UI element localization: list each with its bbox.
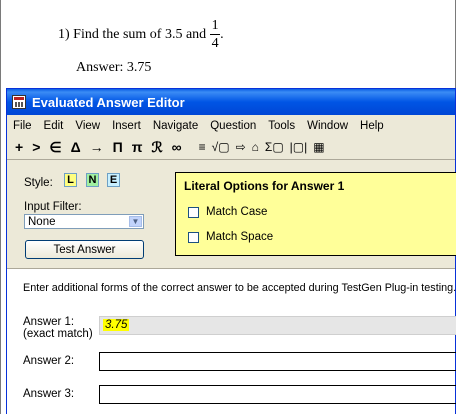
- subscript-template-icon[interactable]: ⇨: [236, 140, 246, 154]
- app-icon[interactable]: [12, 95, 26, 109]
- product-icon[interactable]: Π: [113, 139, 123, 155]
- question-suffix: .: [220, 26, 224, 42]
- greater-than-icon[interactable]: >: [32, 139, 40, 155]
- window-title: Evaluated Answer Editor: [32, 94, 185, 110]
- infinity-icon[interactable]: ∞: [172, 139, 182, 155]
- abs-template-icon[interactable]: |▢|: [290, 140, 308, 154]
- menu-help[interactable]: Help: [360, 120, 384, 132]
- input-filter-select[interactable]: None ▼: [24, 214, 144, 229]
- menu-bar: File Edit View Insert Navigate Question …: [7, 115, 455, 136]
- match-case-checkbox[interactable]: [188, 207, 199, 218]
- answers-section: Enter additional forms of the correct an…: [7, 269, 456, 415]
- question-prefix: 1) Find the sum of 3.5 and: [58, 26, 207, 42]
- superscript-template-icon[interactable]: ⌂: [252, 140, 259, 154]
- style-numeric-button[interactable]: N: [86, 173, 99, 187]
- fraction-template-icon[interactable]: ≡: [199, 140, 206, 154]
- answer-3-label: Answer 3:: [23, 388, 75, 400]
- style-expression-button[interactable]: E: [107, 173, 120, 187]
- literal-options-title: Literal Options for Answer 1: [184, 179, 345, 193]
- style-label: Style:: [24, 177, 53, 189]
- match-space-label[interactable]: Match Space: [206, 231, 273, 243]
- page-border-left: [0, 0, 1, 414]
- sum-template-icon[interactable]: Σ▢: [265, 140, 284, 154]
- document-answer: Answer: 3.75: [76, 60, 152, 75]
- answer-1-label-text: Answer 1:: [23, 316, 75, 328]
- match-case-label[interactable]: Match Case: [206, 206, 267, 218]
- menu-window[interactable]: Window: [307, 120, 348, 132]
- menu-navigate[interactable]: Navigate: [153, 120, 198, 132]
- answer-2-label: Answer 2:: [23, 355, 75, 367]
- answer-1-label: Answer 1: (exact match): [23, 316, 93, 340]
- menu-view[interactable]: View: [75, 120, 100, 132]
- answer-2-field[interactable]: [99, 352, 456, 371]
- symbol-toolbar: + > ∈ Δ → Π π ℛ ∞ ≡ √▢ ⇨ ⌂ Σ▢ |▢| ▦: [7, 136, 455, 158]
- menu-tools[interactable]: Tools: [268, 120, 295, 132]
- menu-question[interactable]: Question: [210, 120, 256, 132]
- element-of-icon[interactable]: ∈: [49, 139, 61, 156]
- match-space-checkbox[interactable]: [188, 232, 199, 243]
- instructions-text: Enter additional forms of the correct an…: [23, 282, 456, 294]
- matrix-template-icon[interactable]: ▦: [313, 140, 324, 154]
- answer-1-value: 3.75: [103, 319, 130, 331]
- answer-editor-window: Evaluated Answer Editor File Edit View I…: [6, 88, 456, 415]
- fraction: 1 4: [210, 18, 221, 51]
- question-text: 1) Find the sum of 3.5 and 1 4 .: [58, 18, 224, 51]
- sqrt-template-icon[interactable]: √▢: [212, 140, 230, 154]
- answer-1-field[interactable]: 3.75: [99, 316, 456, 335]
- menu-insert[interactable]: Insert: [112, 120, 141, 132]
- answer-3-field[interactable]: [99, 385, 456, 404]
- style-literal-button[interactable]: L: [64, 173, 77, 187]
- toolbar-divider: [7, 159, 455, 160]
- input-filter-label: Input Filter:: [24, 201, 82, 213]
- delta-icon[interactable]: Δ: [71, 139, 81, 155]
- fraction-bar: [210, 34, 221, 35]
- menu-file[interactable]: File: [13, 120, 32, 132]
- arrow-right-icon[interactable]: →: [90, 139, 104, 155]
- fraction-numerator: 1: [211, 18, 219, 33]
- menu-edit[interactable]: Edit: [44, 120, 64, 132]
- title-bar[interactable]: Evaluated Answer Editor: [7, 89, 455, 115]
- fraction-denominator: 4: [211, 36, 219, 51]
- test-answer-button[interactable]: Test Answer: [25, 240, 144, 259]
- pi-icon[interactable]: π: [132, 139, 143, 155]
- answer-1-sublabel: (exact match): [23, 328, 93, 340]
- chevron-down-icon[interactable]: ▼: [129, 216, 142, 227]
- real-numbers-icon[interactable]: ℛ: [151, 139, 162, 156]
- plus-icon[interactable]: +: [15, 139, 23, 155]
- literal-options-panel: Literal Options for Answer 1 Match Case …: [175, 172, 456, 256]
- input-filter-value: None: [28, 215, 56, 228]
